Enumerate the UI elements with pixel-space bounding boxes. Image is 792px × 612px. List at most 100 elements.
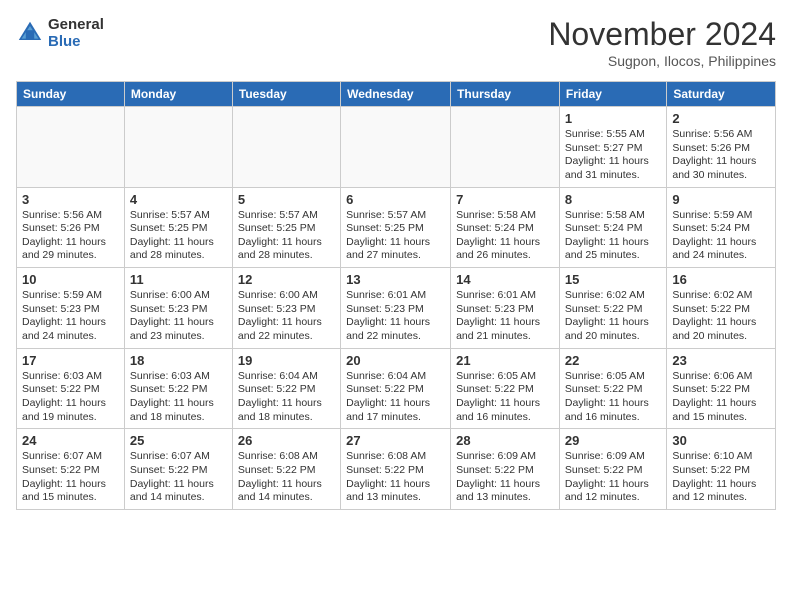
calendar-cell: 1Sunrise: 5:55 AMSunset: 5:27 PMDaylight…	[559, 107, 666, 188]
week-row-2: 3Sunrise: 5:56 AMSunset: 5:26 PMDaylight…	[17, 187, 776, 268]
day-info: Sunrise: 5:57 AM	[238, 209, 335, 223]
day-info: Daylight: 11 hours and 21 minutes.	[456, 316, 554, 343]
day-info: Daylight: 11 hours and 22 minutes.	[238, 316, 335, 343]
day-number: 10	[22, 272, 119, 287]
day-info: Sunrise: 6:08 AM	[346, 450, 445, 464]
title-block: November 2024 Sugpon, Ilocos, Philippine…	[548, 16, 776, 69]
calendar-cell: 13Sunrise: 6:01 AMSunset: 5:23 PMDayligh…	[341, 268, 451, 349]
day-info: Daylight: 11 hours and 18 minutes.	[130, 397, 227, 424]
day-info: Sunrise: 6:05 AM	[456, 370, 554, 384]
calendar-cell: 20Sunrise: 6:04 AMSunset: 5:22 PMDayligh…	[341, 348, 451, 429]
calendar-cell: 23Sunrise: 6:06 AMSunset: 5:22 PMDayligh…	[667, 348, 776, 429]
day-info: Sunrise: 5:56 AM	[672, 128, 770, 142]
day-number: 28	[456, 433, 554, 448]
day-info: Sunset: 5:22 PM	[130, 464, 227, 478]
weekday-header-tuesday: Tuesday	[232, 82, 340, 107]
day-info: Sunset: 5:22 PM	[672, 303, 770, 317]
day-info: Sunset: 5:23 PM	[238, 303, 335, 317]
day-number: 21	[456, 353, 554, 368]
day-info: Daylight: 11 hours and 25 minutes.	[565, 236, 661, 263]
day-info: Sunset: 5:22 PM	[672, 383, 770, 397]
day-info: Sunset: 5:25 PM	[346, 222, 445, 236]
day-info: Daylight: 11 hours and 28 minutes.	[130, 236, 227, 263]
day-info: Sunrise: 6:02 AM	[565, 289, 661, 303]
calendar-cell: 17Sunrise: 6:03 AMSunset: 5:22 PMDayligh…	[17, 348, 125, 429]
day-number: 18	[130, 353, 227, 368]
day-info: Sunrise: 5:56 AM	[22, 209, 119, 223]
day-info: Sunrise: 5:58 AM	[565, 209, 661, 223]
day-info: Sunset: 5:24 PM	[565, 222, 661, 236]
day-info: Daylight: 11 hours and 22 minutes.	[346, 316, 445, 343]
day-info: Daylight: 11 hours and 15 minutes.	[672, 397, 770, 424]
calendar-cell: 19Sunrise: 6:04 AMSunset: 5:22 PMDayligh…	[232, 348, 340, 429]
day-number: 27	[346, 433, 445, 448]
calendar-cell: 28Sunrise: 6:09 AMSunset: 5:22 PMDayligh…	[451, 429, 560, 510]
weekday-header-thursday: Thursday	[451, 82, 560, 107]
calendar-cell: 25Sunrise: 6:07 AMSunset: 5:22 PMDayligh…	[124, 429, 232, 510]
day-info: Sunset: 5:25 PM	[238, 222, 335, 236]
header: General Blue November 2024 Sugpon, Iloco…	[16, 16, 776, 69]
day-info: Daylight: 11 hours and 14 minutes.	[238, 478, 335, 505]
calendar-cell: 15Sunrise: 6:02 AMSunset: 5:22 PMDayligh…	[559, 268, 666, 349]
day-info: Daylight: 11 hours and 20 minutes.	[672, 316, 770, 343]
day-info: Daylight: 11 hours and 26 minutes.	[456, 236, 554, 263]
day-info: Daylight: 11 hours and 13 minutes.	[346, 478, 445, 505]
day-info: Sunset: 5:22 PM	[130, 383, 227, 397]
logo-general: General	[48, 16, 104, 33]
calendar-cell: 26Sunrise: 6:08 AMSunset: 5:22 PMDayligh…	[232, 429, 340, 510]
day-info: Sunset: 5:23 PM	[346, 303, 445, 317]
location: Sugpon, Ilocos, Philippines	[548, 53, 776, 69]
day-info: Daylight: 11 hours and 16 minutes.	[456, 397, 554, 424]
day-info: Sunset: 5:23 PM	[456, 303, 554, 317]
calendar-cell: 30Sunrise: 6:10 AMSunset: 5:22 PMDayligh…	[667, 429, 776, 510]
day-number: 26	[238, 433, 335, 448]
day-info: Sunrise: 6:08 AM	[238, 450, 335, 464]
calendar-cell: 29Sunrise: 6:09 AMSunset: 5:22 PMDayligh…	[559, 429, 666, 510]
day-number: 8	[565, 192, 661, 207]
day-info: Sunset: 5:23 PM	[22, 303, 119, 317]
day-number: 24	[22, 433, 119, 448]
day-info: Sunrise: 6:04 AM	[238, 370, 335, 384]
day-number: 11	[130, 272, 227, 287]
calendar-cell: 6Sunrise: 5:57 AMSunset: 5:25 PMDaylight…	[341, 187, 451, 268]
day-info: Sunset: 5:22 PM	[346, 464, 445, 478]
day-info: Sunset: 5:24 PM	[672, 222, 770, 236]
weekday-header-wednesday: Wednesday	[341, 82, 451, 107]
day-info: Sunrise: 6:09 AM	[456, 450, 554, 464]
day-info: Sunset: 5:22 PM	[565, 383, 661, 397]
day-info: Sunrise: 6:07 AM	[22, 450, 119, 464]
day-number: 5	[238, 192, 335, 207]
calendar-cell	[124, 107, 232, 188]
day-number: 15	[565, 272, 661, 287]
day-info: Sunset: 5:27 PM	[565, 142, 661, 156]
calendar-cell	[451, 107, 560, 188]
day-info: Daylight: 11 hours and 16 minutes.	[565, 397, 661, 424]
day-info: Sunset: 5:22 PM	[565, 464, 661, 478]
day-number: 3	[22, 192, 119, 207]
weekday-header-monday: Monday	[124, 82, 232, 107]
day-number: 6	[346, 192, 445, 207]
day-number: 1	[565, 111, 661, 126]
week-row-3: 10Sunrise: 5:59 AMSunset: 5:23 PMDayligh…	[17, 268, 776, 349]
calendar-cell	[232, 107, 340, 188]
day-number: 12	[238, 272, 335, 287]
calendar-header: SundayMondayTuesdayWednesdayThursdayFrid…	[17, 82, 776, 107]
logo: General Blue	[16, 16, 104, 50]
day-info: Daylight: 11 hours and 12 minutes.	[565, 478, 661, 505]
day-info: Sunrise: 6:01 AM	[346, 289, 445, 303]
day-info: Sunset: 5:22 PM	[238, 383, 335, 397]
calendar-cell: 12Sunrise: 6:00 AMSunset: 5:23 PMDayligh…	[232, 268, 340, 349]
calendar-cell	[341, 107, 451, 188]
calendar-cell: 3Sunrise: 5:56 AMSunset: 5:26 PMDaylight…	[17, 187, 125, 268]
day-info: Sunset: 5:22 PM	[346, 383, 445, 397]
day-info: Sunrise: 6:04 AM	[346, 370, 445, 384]
day-number: 19	[238, 353, 335, 368]
day-number: 30	[672, 433, 770, 448]
day-number: 29	[565, 433, 661, 448]
day-number: 25	[130, 433, 227, 448]
logo-blue-text: Blue	[48, 33, 81, 50]
calendar-cell: 22Sunrise: 6:05 AMSunset: 5:22 PMDayligh…	[559, 348, 666, 429]
day-info: Sunrise: 5:58 AM	[456, 209, 554, 223]
day-info: Daylight: 11 hours and 31 minutes.	[565, 155, 661, 182]
day-number: 16	[672, 272, 770, 287]
